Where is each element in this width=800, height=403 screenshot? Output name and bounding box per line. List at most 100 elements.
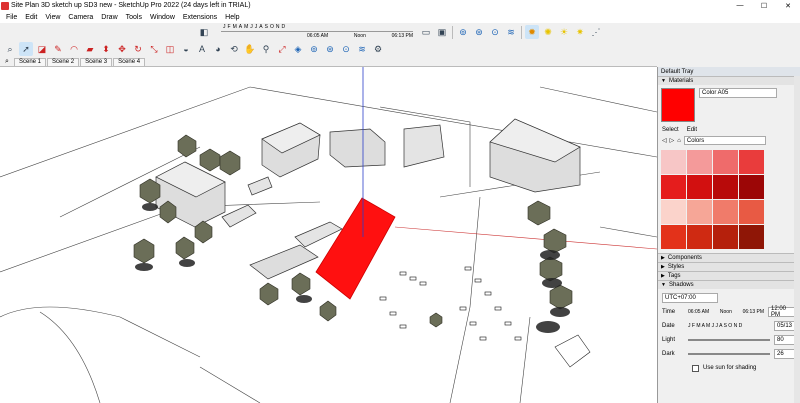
use-sun-checkbox[interactable] bbox=[692, 364, 699, 372]
window-title: Site Plan 3D sketch up SD3 new - SketchU… bbox=[11, 2, 251, 9]
collapse-triangle-icon: ▼ bbox=[661, 282, 666, 288]
light-slider[interactable] bbox=[688, 339, 770, 341]
sun-settings-icon[interactable]: ✷ bbox=[573, 25, 587, 39]
back-icon[interactable]: ◁ bbox=[662, 137, 667, 144]
color-swatch[interactable] bbox=[739, 150, 764, 174]
dark-slider[interactable] bbox=[688, 353, 770, 355]
menu-edit[interactable]: Edit bbox=[21, 14, 41, 21]
menu-file[interactable]: File bbox=[2, 14, 21, 21]
materials-panel-header[interactable]: ▼ Materials bbox=[658, 76, 800, 85]
section-plane-icon[interactable]: ◈ bbox=[291, 42, 305, 56]
color-swatch[interactable] bbox=[687, 175, 712, 199]
push-pull-icon[interactable]: ⬍ bbox=[99, 42, 113, 56]
arc-icon[interactable]: ◠ bbox=[67, 42, 81, 56]
styles-panel-header[interactable]: ▶ Styles bbox=[658, 262, 800, 271]
settings-gear-icon[interactable]: ⚙ bbox=[371, 42, 385, 56]
tab-scene-3[interactable]: Scene 3 bbox=[80, 58, 113, 66]
menu-help[interactable]: Help bbox=[221, 14, 243, 21]
light-input[interactable]: 80 bbox=[774, 335, 796, 345]
fog-icon[interactable]: ▭ bbox=[419, 25, 433, 39]
color-swatch[interactable] bbox=[661, 150, 686, 174]
search-icon[interactable]: ⌕ bbox=[3, 42, 17, 56]
tags-panel-header[interactable]: ▶ Tags bbox=[658, 271, 800, 280]
home-icon[interactable]: ⌂ bbox=[677, 138, 681, 144]
color-swatch[interactable] bbox=[713, 175, 738, 199]
model-viewport[interactable] bbox=[0, 67, 657, 403]
color-swatch[interactable] bbox=[687, 150, 712, 174]
dark-label: Dark bbox=[662, 351, 675, 357]
color-swatch[interactable] bbox=[713, 150, 738, 174]
expand-triangle-icon: ▶ bbox=[661, 273, 665, 279]
sun-shade-icon[interactable]: ✺ bbox=[541, 25, 555, 39]
collection-select[interactable]: Colors bbox=[683, 136, 766, 145]
menu-draw[interactable]: Draw bbox=[97, 14, 121, 21]
tab-scene-2[interactable]: Scene 2 bbox=[47, 58, 80, 66]
share-model-icon[interactable]: ⊙ bbox=[488, 25, 502, 39]
shadows-toggle-icon[interactable]: ◧ bbox=[197, 25, 211, 39]
color-swatch[interactable] bbox=[713, 225, 738, 249]
eraser-icon[interactable]: ◪ bbox=[35, 42, 49, 56]
sandbox-icon[interactable]: ⊙ bbox=[339, 42, 353, 56]
ruby-icon[interactable]: ⋰ bbox=[589, 25, 603, 39]
text-icon[interactable]: A bbox=[195, 42, 209, 56]
pan-hand-icon[interactable]: ✋ bbox=[243, 42, 257, 56]
tab-scene-1[interactable]: Scene 1 bbox=[14, 58, 47, 66]
menu-window[interactable]: Window bbox=[146, 14, 179, 21]
tape-measure-icon[interactable]: ◒ bbox=[179, 42, 193, 56]
shadow-slider[interactable]: JFMAMJJASOND 06:05 AM Noon 06:13 PM bbox=[215, 24, 415, 40]
shadows-panel-header[interactable]: ▼ Shadows bbox=[658, 280, 800, 289]
color-swatch[interactable] bbox=[687, 200, 712, 224]
zoom-extents-icon[interactable]: ⤢ bbox=[275, 42, 289, 56]
rectangle-icon[interactable]: ▰ bbox=[83, 42, 97, 56]
components-panel-header[interactable]: ▶ Components bbox=[658, 253, 800, 262]
orbit-icon[interactable]: ⟲ bbox=[227, 42, 241, 56]
layout-send-icon[interactable]: ≋ bbox=[355, 42, 369, 56]
color-swatch[interactable] bbox=[661, 175, 686, 199]
paint-bucket-icon[interactable]: ◕ bbox=[211, 42, 225, 56]
color-swatch[interactable] bbox=[739, 200, 764, 224]
selected-red-surface[interactable] bbox=[315, 197, 396, 300]
select-arrow-icon[interactable]: ➚ bbox=[19, 42, 33, 56]
color-swatch[interactable] bbox=[713, 200, 738, 224]
extension-icon[interactable]: ⊛ bbox=[323, 42, 337, 56]
layout-icon[interactable]: ≋ bbox=[504, 25, 518, 39]
extension-warehouse-icon[interactable]: ⊛ bbox=[472, 25, 486, 39]
color-swatch[interactable] bbox=[687, 225, 712, 249]
timezone-select[interactable]: UTC+07:00 bbox=[662, 293, 718, 303]
pencil-icon[interactable]: ✎ bbox=[51, 42, 65, 56]
material-preview-swatch[interactable] bbox=[661, 88, 695, 122]
expand-triangle-icon: ▶ bbox=[661, 264, 665, 270]
move-icon[interactable]: ✥ bbox=[115, 42, 129, 56]
menu-view[interactable]: View bbox=[41, 14, 64, 21]
forward-icon[interactable]: ▷ bbox=[670, 137, 675, 144]
close-button[interactable]: ✕ bbox=[776, 0, 800, 11]
color-swatch[interactable] bbox=[661, 225, 686, 249]
date-slider[interactable]: J F M A M J J A S O N D bbox=[688, 323, 770, 329]
time-slider[interactable]: 06:05 AM Noon 06:13 PM bbox=[688, 309, 764, 315]
tab-select[interactable]: Select bbox=[662, 127, 679, 133]
menu-extensions[interactable]: Extensions bbox=[179, 14, 221, 21]
offset-icon[interactable]: ◫ bbox=[163, 42, 177, 56]
scale-icon[interactable]: ⤡ bbox=[147, 42, 161, 56]
dark-input[interactable]: 26 bbox=[774, 349, 796, 359]
color-swatch[interactable] bbox=[661, 200, 686, 224]
zoom-icon[interactable]: ⚲ bbox=[259, 42, 273, 56]
color-swatch[interactable] bbox=[739, 225, 764, 249]
time-input[interactable]: 12:00 PM bbox=[768, 306, 796, 318]
sun-light-icon[interactable]: ☀ bbox=[557, 25, 571, 39]
maximize-button[interactable]: ☐ bbox=[752, 0, 776, 11]
search-warehouse-icon[interactable]: ⊚ bbox=[456, 25, 470, 39]
menu-tools[interactable]: Tools bbox=[122, 14, 146, 21]
date-input[interactable]: 05/13 bbox=[774, 321, 796, 331]
warehouse-icon[interactable]: ⊚ bbox=[307, 42, 321, 56]
sun-icon[interactable]: ✹ bbox=[525, 25, 539, 39]
menu-camera[interactable]: Camera bbox=[64, 14, 97, 21]
component-icon[interactable]: ▣ bbox=[435, 25, 449, 39]
tray-scrollbar[interactable] bbox=[794, 76, 800, 403]
material-name-field[interactable]: Color A05 bbox=[699, 88, 777, 98]
rotate-icon[interactable]: ↻ bbox=[131, 42, 145, 56]
tab-edit[interactable]: Edit bbox=[687, 127, 697, 133]
tab-scene-4[interactable]: Scene 4 bbox=[113, 58, 146, 66]
color-swatch[interactable] bbox=[739, 175, 764, 199]
minimize-button[interactable]: — bbox=[728, 0, 752, 11]
